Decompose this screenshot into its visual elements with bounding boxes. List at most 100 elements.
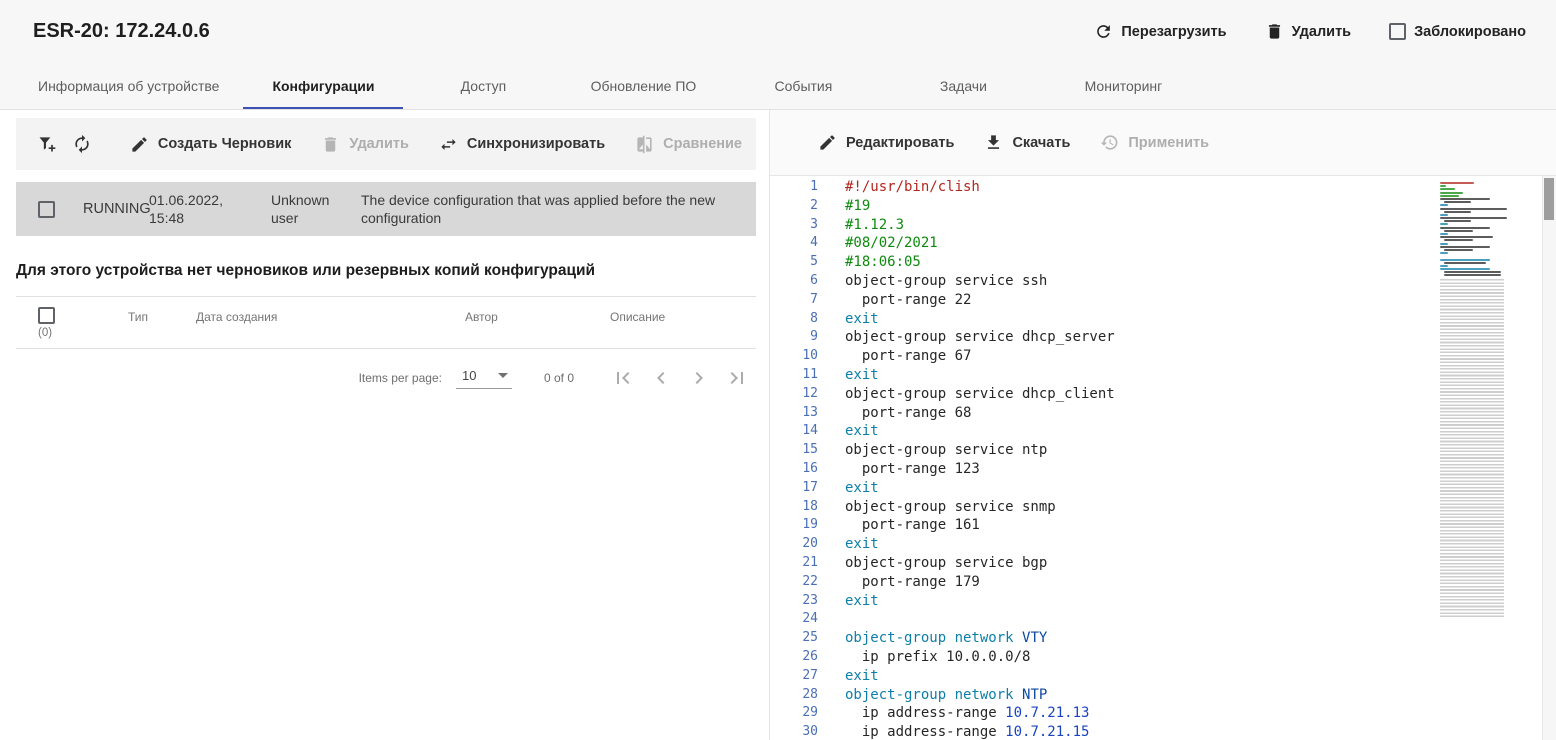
restore-icon xyxy=(1100,133,1119,152)
code-line: 30 ip address-range 10.7.21.15 xyxy=(770,723,1446,740)
compare-icon xyxy=(635,135,654,154)
minimap-line xyxy=(1440,195,1459,197)
code-line: 24 xyxy=(770,610,1446,629)
tab-configurations[interactable]: Конфигурации xyxy=(243,63,403,109)
code-line: 12object-group service dhcp_client xyxy=(770,385,1446,404)
minimap-line xyxy=(1440,268,1490,270)
apply-config-button[interactable]: Применить xyxy=(1100,133,1209,152)
minimap[interactable] xyxy=(1440,182,1516,619)
minimap-line xyxy=(1440,259,1490,261)
code-line: 1#!/usr/bin/clish xyxy=(770,178,1446,197)
scrollbar-thumb[interactable] xyxy=(1544,178,1554,220)
minimap-line xyxy=(1440,252,1448,254)
column-header: Тип xyxy=(128,307,196,324)
chevron-down-icon xyxy=(498,373,508,378)
tab-events[interactable]: События xyxy=(723,63,883,109)
first-page-button[interactable] xyxy=(604,359,642,397)
code-line: 10 port-range 67 xyxy=(770,347,1446,366)
download-config-label: Скачать xyxy=(1012,135,1070,151)
compare-label: Сравнение xyxy=(663,136,742,152)
blocked-label: Заблокировано xyxy=(1414,24,1526,40)
minimap-line xyxy=(1440,208,1507,210)
minimap-line xyxy=(1440,243,1448,245)
download-icon xyxy=(984,133,1003,152)
editor-scrollbar[interactable] xyxy=(1542,176,1556,740)
chevron-left-icon xyxy=(649,366,673,390)
tab-device-info[interactable]: Информация об устройстве xyxy=(14,63,243,109)
minimap-line xyxy=(1440,233,1448,235)
items-per-page-value: 10 xyxy=(462,368,476,383)
reload-icon xyxy=(1094,22,1113,41)
compare-button[interactable]: Сравнение xyxy=(635,135,742,154)
tab-bar: Информация об устройствеКонфигурацииДост… xyxy=(0,63,1556,110)
tab-access[interactable]: Доступ xyxy=(403,63,563,109)
filter-add-icon xyxy=(37,134,57,154)
blocked-toggle[interactable]: Заблокировано xyxy=(1389,23,1526,40)
filter-button[interactable] xyxy=(30,124,65,164)
minimap-line xyxy=(1440,185,1446,187)
next-page-button[interactable] xyxy=(680,359,718,397)
editor-toolbar: Редактировать Скачать Применить xyxy=(770,110,1556,176)
code-line: 2#19 xyxy=(770,197,1446,216)
minimap-line xyxy=(1440,217,1507,219)
minimap-line xyxy=(1440,265,1448,267)
drafts-table-header: (0) ТипДата созданияАвторОписание xyxy=(16,296,756,349)
trash-icon xyxy=(321,135,340,154)
code-line: 21object-group service bgp xyxy=(770,554,1446,573)
last-page-icon xyxy=(725,366,749,390)
download-config-button[interactable]: Скачать xyxy=(984,133,1070,152)
minimap-line xyxy=(1440,227,1490,229)
code-line: 13 port-range 68 xyxy=(770,404,1446,423)
blocked-checkbox[interactable] xyxy=(1389,23,1406,40)
minimap-overflow xyxy=(1440,279,1504,619)
refresh-button[interactable] xyxy=(65,124,100,164)
header-actions: Перезагрузить Удалить Заблокировано xyxy=(1094,22,1526,41)
minimap-line xyxy=(1444,220,1471,222)
synchronize-button[interactable]: Синхронизировать xyxy=(439,135,605,154)
code-line: 17exit xyxy=(770,479,1446,498)
config-description: The device configuration that was applie… xyxy=(361,191,742,227)
synchronize-label: Синхронизировать xyxy=(467,136,605,152)
code-line: 23exit xyxy=(770,592,1446,611)
row-checkbox[interactable] xyxy=(38,201,55,218)
edit-config-button[interactable]: Редактировать xyxy=(818,133,954,152)
pencil-icon xyxy=(130,135,149,154)
items-per-page-select[interactable]: 10 xyxy=(456,368,512,389)
minimap-line xyxy=(1444,262,1486,264)
tab-tasks[interactable]: Задачи xyxy=(883,63,1043,109)
minimap-line xyxy=(1444,271,1501,273)
configurations-panel: Создать Черновик Удалить Синхронизироват… xyxy=(0,110,770,740)
code-line: 29 ip address-range 10.7.21.13 xyxy=(770,704,1446,723)
minimap-line xyxy=(1444,249,1473,251)
config-date: 01.06.2022, 15:48 xyxy=(149,191,253,227)
code-line: 25object-group network VTY xyxy=(770,629,1446,648)
select-all-checkbox[interactable] xyxy=(38,307,55,324)
create-draft-button[interactable]: Создать Черновик xyxy=(130,135,291,154)
code-line: 18object-group service snmp xyxy=(770,498,1446,517)
previous-page-button[interactable] xyxy=(642,359,680,397)
last-page-button[interactable] xyxy=(718,359,756,397)
minimap-line xyxy=(1440,255,1516,257)
code-line: 14exit xyxy=(770,422,1446,441)
code-line: 11exit xyxy=(770,366,1446,385)
delete-device-button[interactable]: Удалить xyxy=(1265,22,1352,41)
code-line: 20exit xyxy=(770,535,1446,554)
delete-config-button[interactable]: Удалить xyxy=(321,135,409,154)
code-line: 16 port-range 123 xyxy=(770,460,1446,479)
delete-label: Удалить xyxy=(1292,24,1352,40)
code-editor[interactable]: 1#!/usr/bin/clish2#193#1.12.34#08/02/202… xyxy=(770,176,1556,740)
minimap-line xyxy=(1440,223,1448,225)
items-per-page-label: Items per page: xyxy=(359,371,442,385)
tab-monitoring[interactable]: Мониторинг xyxy=(1043,63,1203,109)
config-author: Unknown user xyxy=(271,191,357,227)
code-line: 7 port-range 22 xyxy=(770,291,1446,310)
minimap-line xyxy=(1440,246,1490,248)
delete-config-label: Удалить xyxy=(349,136,409,152)
reload-device-button[interactable]: Перезагрузить xyxy=(1094,22,1226,41)
tab-firmware-update[interactable]: Обновление ПО xyxy=(563,63,723,109)
code-line: 3#1.12.3 xyxy=(770,216,1446,235)
page-range: 0 of 0 xyxy=(544,371,574,385)
code-line: 28object-group network NTP xyxy=(770,686,1446,705)
running-config-row[interactable]: RUNNING 01.06.2022, 15:48 Unknown user T… xyxy=(16,182,756,236)
minimap-line xyxy=(1444,239,1473,241)
